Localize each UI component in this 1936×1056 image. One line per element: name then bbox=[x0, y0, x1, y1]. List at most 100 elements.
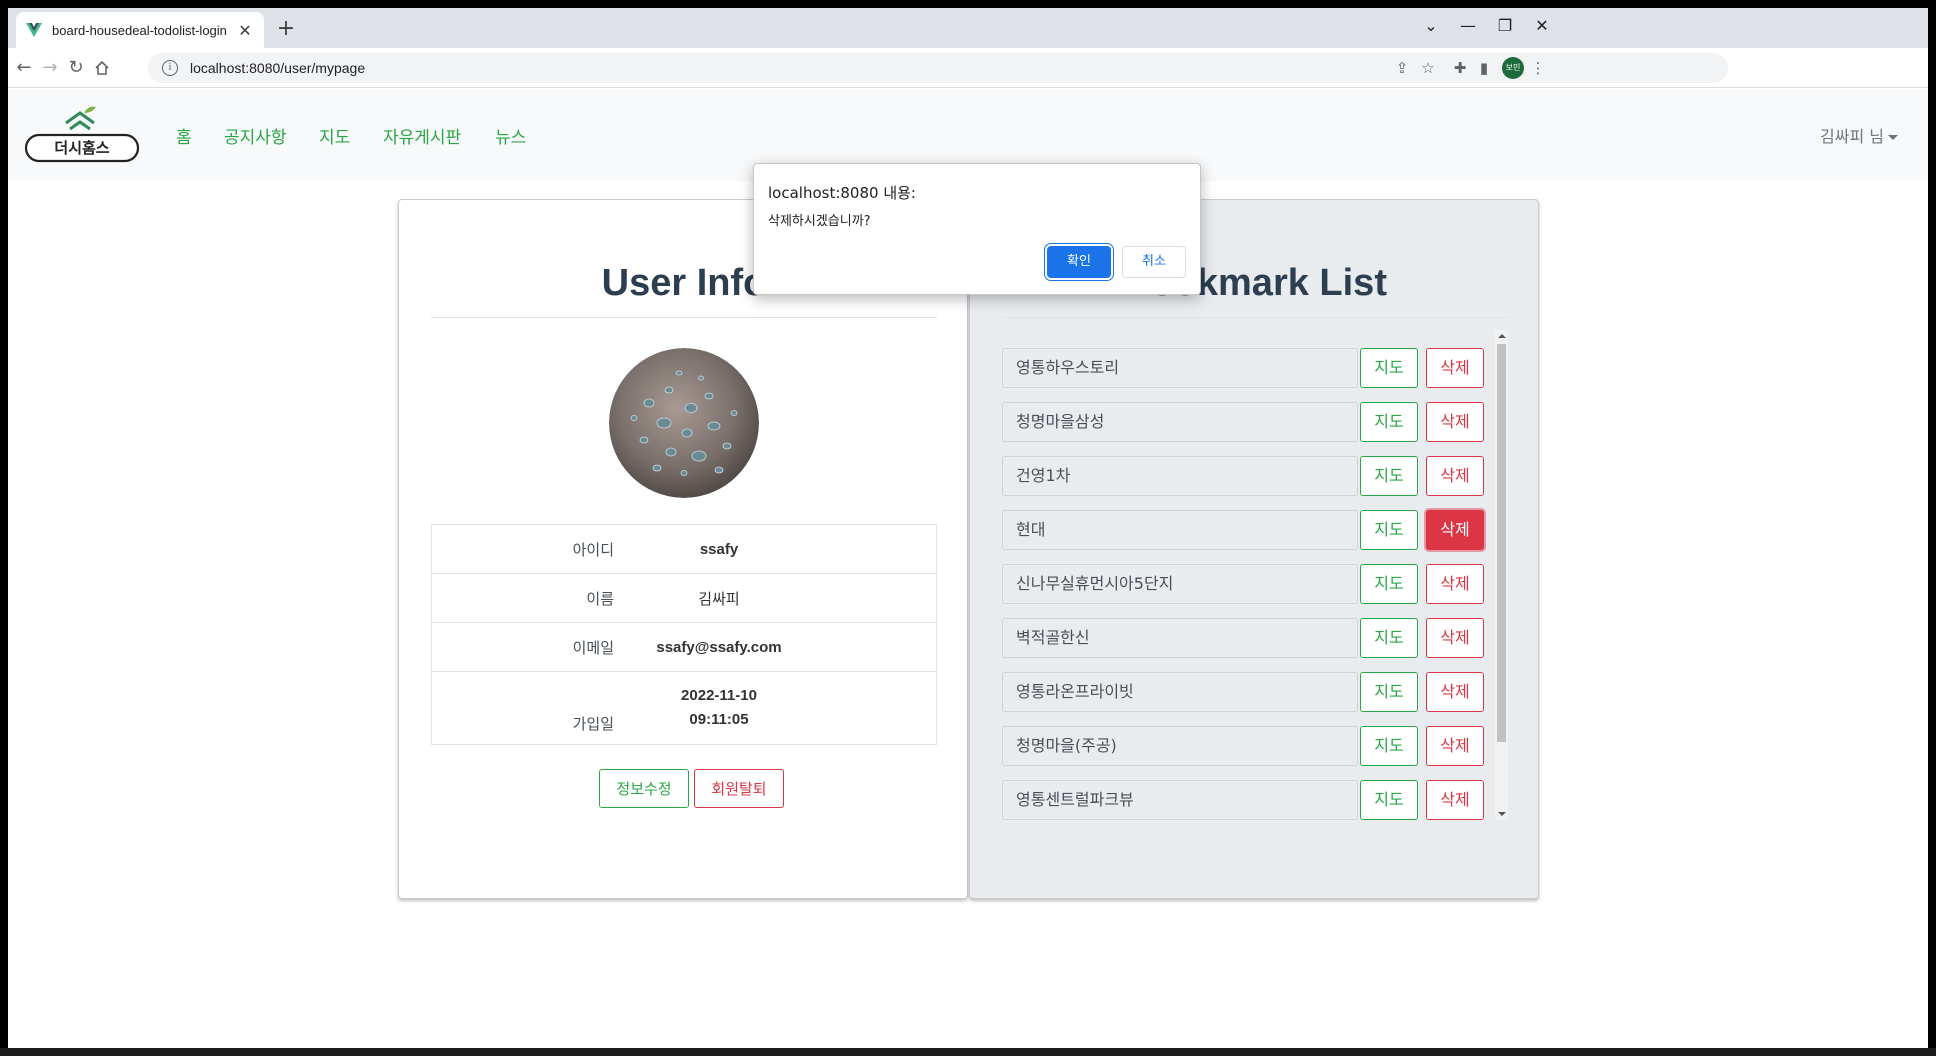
page-content: 더시홈스 홈 공지사항 지도 자유게시판 뉴스 김싸피 님 User Info bbox=[8, 89, 1928, 1048]
info-row-id: 아이디 ssafy bbox=[432, 525, 936, 574]
info-value: 2022-11-10 09:11:05 bbox=[650, 684, 788, 732]
bookmark-delete-button[interactable]: 삭제 bbox=[1426, 564, 1484, 604]
browser-tab[interactable]: board-housedeal-todolist-login ✕ bbox=[16, 12, 264, 48]
profile-avatar[interactable]: 보민 bbox=[1502, 57, 1524, 79]
bookmark-row: 현대 지도 삭제 bbox=[1002, 510, 1492, 550]
bookmark-row: 건영1차 지도 삭제 bbox=[1002, 456, 1492, 496]
info-value: 김싸피 bbox=[698, 589, 740, 608]
bookmark-delete-button[interactable]: 삭제 bbox=[1426, 456, 1484, 496]
bookmark-row: 영통센트럴파크뷰 지도 삭제 bbox=[1002, 780, 1492, 820]
extensions-icon[interactable]: ✚ bbox=[1450, 58, 1470, 78]
tab-search-icon[interactable]: ⌄ bbox=[1411, 16, 1451, 35]
vue-favicon-icon bbox=[26, 23, 42, 37]
nav-link-home[interactable]: 홈 bbox=[176, 123, 192, 148]
dialog-ok-button[interactable]: 확인 bbox=[1047, 246, 1111, 278]
home-icon[interactable] bbox=[90, 56, 114, 80]
new-tab-button[interactable]: + bbox=[272, 16, 300, 44]
bookmark-name: 청명마을삼성 bbox=[1002, 402, 1358, 442]
info-value: ssafy bbox=[699, 540, 739, 558]
bookmark-row: 벽적골한신 지도 삭제 bbox=[1002, 618, 1492, 658]
bookmark-map-button[interactable]: 지도 bbox=[1360, 618, 1418, 658]
bookmark-row: 청명마을(주공) 지도 삭제 bbox=[1002, 726, 1492, 766]
bookmark-delete-button[interactable]: 삭제 bbox=[1426, 510, 1484, 550]
nav-link-map[interactable]: 지도 bbox=[319, 123, 350, 148]
bookmark-map-button[interactable]: 지도 bbox=[1360, 564, 1418, 604]
site-logo[interactable]: 더시홈스 bbox=[22, 103, 142, 165]
info-row-email: 이메일 ssafy@ssafy.com bbox=[432, 623, 936, 672]
tab-close-icon[interactable]: ✕ bbox=[236, 21, 254, 40]
info-value: ssafy@ssafy.com bbox=[656, 638, 782, 656]
restore-button[interactable]: ❐ bbox=[1485, 16, 1525, 35]
bookmark-map-button[interactable]: 지도 bbox=[1360, 726, 1418, 766]
minimize-button[interactable]: — bbox=[1448, 16, 1488, 35]
share-icon[interactable]: ⇪ bbox=[1392, 58, 1412, 78]
user-avatar bbox=[609, 348, 759, 498]
bookmark-name: 영통라온프라이빗 bbox=[1002, 672, 1358, 712]
bookmark-list: 영통하우스토리 지도 삭제 청명마을삼성 지도 삭제 건영1차 지도 삭제 현대 지도 삭제 신나무실휴… bbox=[1002, 330, 1508, 820]
edit-info-button[interactable]: 정보수정 bbox=[599, 769, 689, 808]
tab-title: board-housedeal-todolist-login bbox=[52, 22, 227, 38]
bookmark-scrollbar[interactable] bbox=[1495, 330, 1508, 820]
bookmark-card: Bookmark List 영통하우스토리 지도 삭제 청명마을삼성 지도 삭제 건영1차 지… bbox=[969, 199, 1539, 899]
bookmark-name: 신나무실휴먼시아5단지 bbox=[1002, 564, 1358, 604]
scroll-up-icon[interactable] bbox=[1498, 334, 1506, 338]
info-row-name: 이름 김싸피 bbox=[432, 574, 936, 623]
info-row-joined: 가입일 2022-11-10 09:11:05 bbox=[432, 672, 936, 744]
bookmark-map-button[interactable]: 지도 bbox=[1360, 672, 1418, 712]
bookmark-star-icon[interactable]: ☆ bbox=[1418, 58, 1438, 78]
bookmark-delete-button[interactable]: 삭제 bbox=[1426, 348, 1484, 388]
bookmark-row: 영통라온프라이빗 지도 삭제 bbox=[1002, 672, 1492, 712]
back-arrow-icon[interactable]: ← bbox=[12, 56, 36, 80]
bookmark-row: 영통하우스토리 지도 삭제 bbox=[1002, 348, 1492, 388]
bookmark-map-button[interactable]: 지도 bbox=[1360, 456, 1418, 496]
user-info-card: User Info 아이디 ssafy 이름 김싸피 이메일 ssafy@ssa… bbox=[398, 199, 968, 899]
close-window-button[interactable]: ✕ bbox=[1522, 16, 1562, 35]
bookmark-name: 건영1차 bbox=[1002, 456, 1358, 496]
tab-strip: board-housedeal-todolist-login ✕ + ⌄ — ❐… bbox=[8, 8, 1928, 48]
bookmark-row: 청명마을삼성 지도 삭제 bbox=[1002, 402, 1492, 442]
joined-date: 2022-11-10 bbox=[681, 687, 757, 704]
bookmark-delete-button[interactable]: 삭제 bbox=[1426, 672, 1484, 712]
scroll-down-icon[interactable] bbox=[1498, 812, 1506, 816]
confirm-dialog: localhost:8080 내용: 삭제하시겠습니까? 확인 취소 bbox=[753, 163, 1201, 295]
bookmark-delete-button[interactable]: 삭제 bbox=[1426, 402, 1484, 442]
side-panel-icon[interactable]: ▮ bbox=[1474, 58, 1494, 78]
site-info-icon[interactable]: i bbox=[162, 60, 178, 76]
bookmark-delete-button[interactable]: 삭제 bbox=[1426, 726, 1484, 766]
bookmark-map-button[interactable]: 지도 bbox=[1360, 780, 1418, 820]
nav-link-notice[interactable]: 공지사항 bbox=[224, 123, 287, 148]
bookmark-name: 영통하우스토리 bbox=[1002, 348, 1358, 388]
bookmark-map-button[interactable]: 지도 bbox=[1360, 402, 1418, 442]
scroll-thumb[interactable] bbox=[1497, 344, 1506, 742]
info-label: 이름 bbox=[586, 589, 614, 608]
bookmark-map-button[interactable]: 지도 bbox=[1360, 510, 1418, 550]
dialog-message: 삭제하시겠습니까? bbox=[768, 214, 871, 229]
bookmark-name: 청명마을(주공) bbox=[1002, 726, 1358, 766]
bookmark-delete-button[interactable]: 삭제 bbox=[1426, 780, 1484, 820]
bookmark-name: 영통센트럴파크뷰 bbox=[1002, 780, 1358, 820]
reload-icon[interactable]: ↻ bbox=[64, 56, 88, 80]
bookmark-row: 신나무실휴먼시아5단지 지도 삭제 bbox=[1002, 564, 1492, 604]
bookmark-map-button[interactable]: 지도 bbox=[1360, 348, 1418, 388]
info-label: 이메일 bbox=[572, 638, 614, 657]
user-dropdown[interactable]: 김싸피 님 bbox=[1820, 123, 1898, 147]
bookmark-name: 현대 bbox=[1002, 510, 1358, 550]
user-name: 김싸피 님 bbox=[1820, 127, 1884, 146]
info-label: 가입일 bbox=[572, 715, 614, 733]
nav-link-news[interactable]: 뉴스 bbox=[495, 123, 526, 148]
bookmark-delete-button[interactable]: 삭제 bbox=[1426, 618, 1484, 658]
menu-kebab-icon[interactable]: ⋮ bbox=[1528, 58, 1548, 78]
joined-time: 09:11:05 bbox=[689, 711, 749, 728]
bookmark-name: 벽적골한신 bbox=[1002, 618, 1358, 658]
caret-down-icon bbox=[1888, 135, 1898, 140]
info-label: 아이디 bbox=[572, 540, 614, 559]
dialog-cancel-button[interactable]: 취소 bbox=[1122, 246, 1186, 278]
user-info-table: 아이디 ssafy 이름 김싸피 이메일 ssafy@ssafy.com 가입일… bbox=[431, 524, 937, 745]
nav-link-board[interactable]: 자유게시판 bbox=[383, 123, 461, 148]
withdraw-button[interactable]: 회원탈퇴 bbox=[694, 769, 784, 808]
dialog-title: localhost:8080 내용: bbox=[768, 184, 916, 202]
os-taskbar bbox=[0, 1048, 1936, 1056]
forward-arrow-icon[interactable]: → bbox=[38, 56, 62, 80]
logo-text: 더시홈스 bbox=[54, 139, 109, 157]
browser-toolbar: ← → ↻ i localhost:8080/user/mypage ⇪ ☆ ✚… bbox=[8, 48, 1928, 88]
